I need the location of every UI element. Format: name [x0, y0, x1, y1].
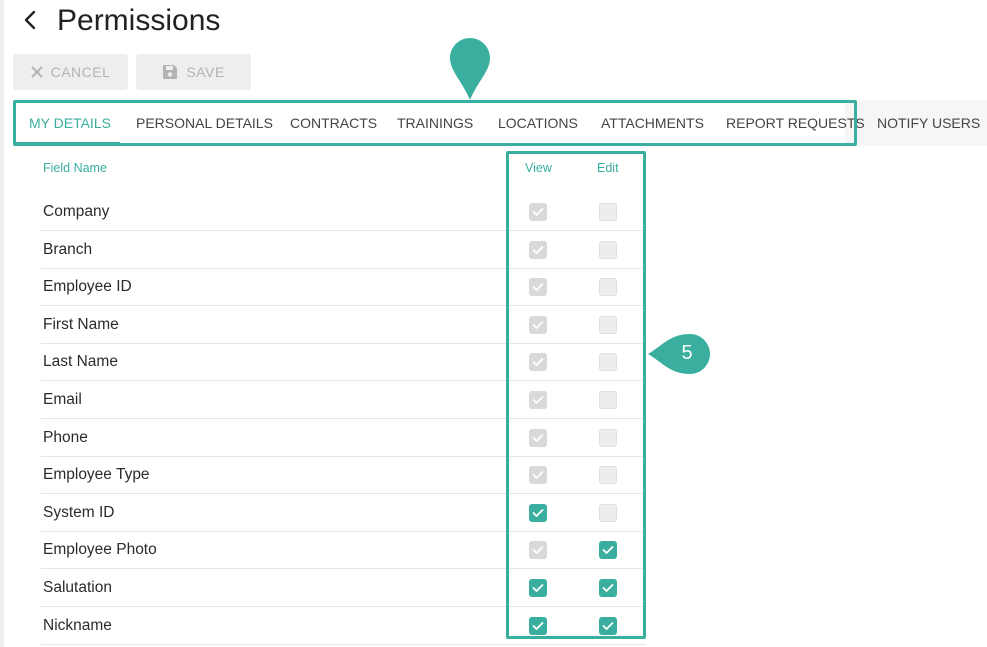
field-name-label: Phone [43, 428, 88, 446]
edit-checkbox[interactable] [599, 616, 617, 635]
checkmark-icon [532, 508, 544, 517]
checkmark-icon [532, 584, 544, 592]
edit-checkbox[interactable] [599, 428, 617, 447]
checkmark-icon [532, 320, 544, 329]
field-name-label: First Name [43, 315, 119, 333]
view-checkbox [529, 541, 547, 560]
field-name-label: Nickname [43, 616, 112, 634]
field-name-label: Last Name [43, 353, 118, 371]
field-name-label: Email [43, 391, 82, 408]
checkmark-icon [532, 621, 544, 630]
table-row: Last Name [41, 343, 646, 382]
view-checkbox [529, 466, 547, 485]
cancel-label: CANCEL [50, 64, 111, 80]
edit-checkbox[interactable] [599, 315, 617, 334]
back-button[interactable] [20, 6, 42, 34]
field-name-label: Branch [43, 240, 93, 258]
checkmark-icon [602, 546, 614, 555]
checkmark-icon [602, 584, 614, 592]
tab-my-details[interactable]: MY DETAILS [29, 100, 111, 146]
field-name-label: Employee Type [43, 466, 150, 484]
tab-trainings[interactable]: TRAININGS [397, 100, 473, 146]
table-row: Employee ID [41, 268, 646, 307]
callout-marker-4: 4 [450, 38, 516, 100]
edit-checkbox[interactable] [599, 203, 617, 221]
field-name-label: Company [43, 203, 110, 220]
tab-locations[interactable]: LOCATIONS [498, 100, 578, 146]
close-icon [30, 66, 43, 78]
view-checkbox[interactable] [529, 616, 547, 635]
checkmark-icon [532, 396, 544, 404]
edit-checkbox[interactable] [599, 353, 617, 372]
view-checkbox[interactable] [529, 503, 547, 522]
table-row: Employee Photo [41, 531, 646, 570]
field-name-label: System ID [43, 503, 115, 521]
edit-checkbox[interactable] [599, 278, 617, 297]
save-label: SAVE [186, 64, 225, 80]
checkmark-icon [532, 433, 544, 442]
view-checkbox [529, 278, 547, 297]
checkmark-icon [532, 208, 544, 216]
table-row: Employee Type [41, 456, 646, 495]
edit-checkbox[interactable] [599, 466, 617, 485]
page-title: Permissions [57, 4, 221, 37]
tab-attachments[interactable]: ATTACHMENTS [601, 100, 704, 146]
table-row: Company [41, 193, 646, 231]
column-header-edit: Edit [597, 161, 619, 175]
left-edge [0, 0, 4, 647]
checkmark-icon [532, 358, 544, 367]
save-button[interactable]: SAVE [136, 54, 251, 90]
edit-checkbox[interactable] [599, 391, 617, 409]
table-row: Salutation [41, 569, 646, 607]
column-header-field-name: Field Name [43, 161, 107, 175]
checkmark-icon [532, 245, 544, 254]
checkmark-icon [602, 621, 614, 630]
edit-checkbox[interactable] [599, 240, 617, 259]
table-row: Phone [41, 419, 646, 457]
field-name-label: Salutation [43, 579, 112, 596]
view-checkbox [529, 428, 547, 447]
field-name-label: Employee ID [43, 278, 132, 296]
checkmark-icon [532, 283, 544, 292]
tab-contracts[interactable]: CONTRACTS [290, 100, 377, 146]
callout-number-4: 4 [504, 48, 516, 70]
save-icon [163, 65, 178, 79]
cancel-button[interactable]: CANCEL [13, 54, 128, 90]
edit-checkbox[interactable] [599, 541, 617, 560]
callout-number-5: 5 [681, 342, 693, 364]
column-header-view: View [525, 161, 552, 175]
tab-personal-details[interactable]: PERSONAL DETAILS [136, 100, 273, 146]
edit-checkbox[interactable] [599, 503, 617, 522]
table-row: Email [41, 381, 646, 419]
callout-marker-5: 5 [648, 334, 710, 374]
checkmark-icon [532, 471, 544, 480]
table-row: First Name [41, 306, 646, 344]
view-checkbox [529, 203, 547, 221]
tab-notify-users[interactable]: NOTIFY USERS [877, 100, 980, 146]
table-row: Branch [41, 231, 646, 269]
view-checkbox [529, 240, 547, 259]
view-checkbox[interactable] [529, 579, 547, 597]
view-checkbox [529, 353, 547, 372]
edit-checkbox[interactable] [599, 579, 617, 597]
chevron-left-icon [24, 10, 36, 30]
tab-report-requests[interactable]: REPORT REQUESTS [726, 100, 865, 146]
table-row: System ID [41, 494, 646, 532]
table-row: Nickname [41, 607, 646, 645]
view-checkbox [529, 391, 547, 409]
active-tab-indicator [13, 142, 120, 144]
checkmark-icon [532, 546, 544, 555]
field-name-label: Employee Photo [43, 541, 157, 559]
view-checkbox [529, 315, 547, 334]
